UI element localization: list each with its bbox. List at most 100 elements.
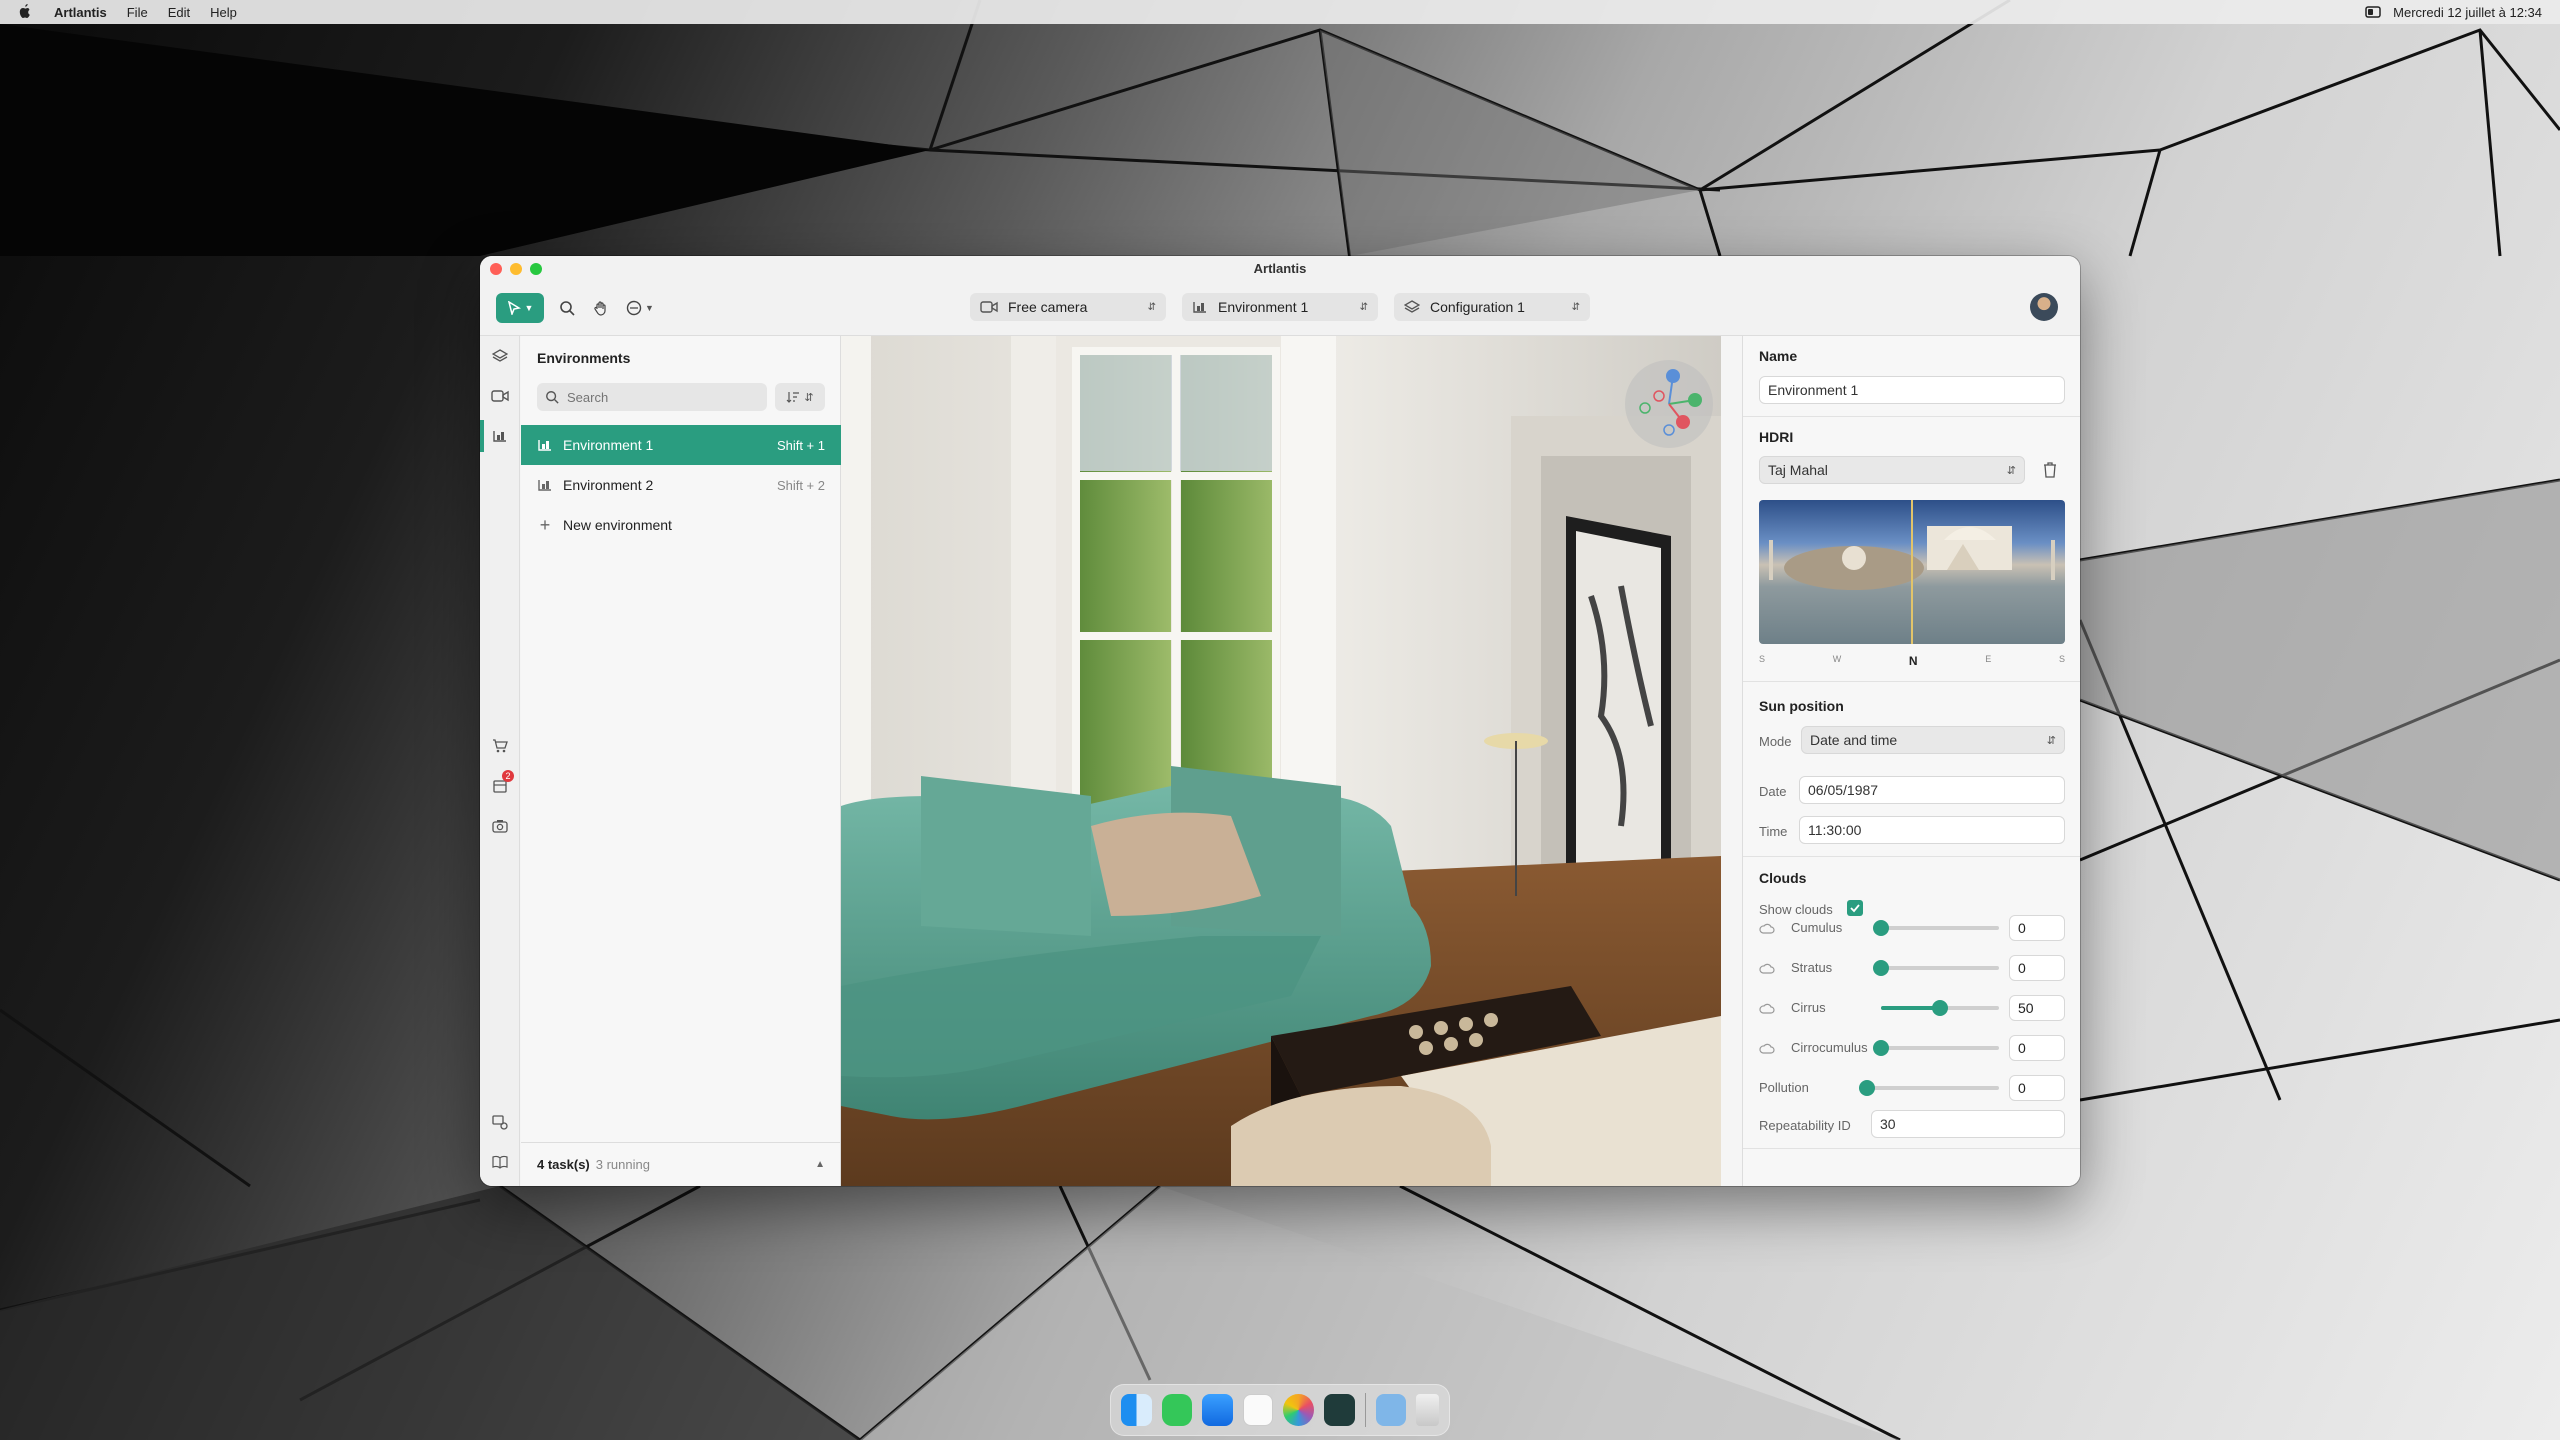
user-avatar[interactable] [2030, 293, 2058, 321]
environment-list-item[interactable]: Environment 1 Shift + 1 [521, 425, 841, 465]
layers-rail-button[interactable] [490, 346, 510, 366]
sort-button[interactable]: ⇵ [775, 383, 825, 411]
slider-knob[interactable] [1873, 920, 1889, 936]
mode-label: Mode [1759, 734, 1792, 749]
tasks-bar[interactable]: 4 task(s) 3 running ▲ [521, 1142, 841, 1186]
slider-value-field[interactable]: 0 [2009, 1035, 2065, 1061]
navigation-gizmo[interactable] [1625, 360, 1713, 448]
environment-name: Environment 2 [563, 477, 654, 493]
pan-tool-button[interactable] [586, 293, 616, 323]
close-window-button[interactable] [490, 263, 502, 275]
name-field[interactable]: Environment 1 [1759, 376, 2065, 404]
menu-bar: Artlantis File Edit Help Mercredi 12 jui… [0, 0, 2560, 24]
environment-icon [493, 431, 506, 442]
zoom-window-button[interactable] [530, 263, 542, 275]
slider-knob[interactable] [1932, 1000, 1948, 1016]
checkmark-icon [1850, 904, 1860, 913]
environment-select[interactable]: Environment 1 ⇵ [1182, 293, 1378, 321]
time-field[interactable]: 11:30:00 [1799, 816, 2065, 844]
updown-chevron-icon: ⇵ [804, 391, 814, 404]
menubar-clock[interactable]: Mercredi 12 juillet à 12:34 [2393, 5, 2542, 20]
stratus-icon [1759, 962, 1775, 976]
slider-label: Stratus [1791, 960, 1833, 975]
minimize-window-button[interactable] [510, 263, 522, 275]
environments-rail-button[interactable] [490, 426, 510, 446]
finder-dock-icon[interactable] [1121, 1394, 1152, 1426]
updown-chevron-icon: ⇵ [1571, 301, 1580, 313]
cursor-icon [507, 300, 521, 315]
help-book-rail-button[interactable] [490, 1152, 510, 1172]
compass-south-right: S [2058, 654, 2065, 664]
menu-help[interactable]: Help [210, 5, 237, 20]
layers-icon [1404, 300, 1420, 313]
artlantis-dock-icon[interactable] [1323, 1394, 1355, 1426]
menu-app-name[interactable]: Artlantis [54, 5, 107, 20]
cloud-slider[interactable] [1859, 1080, 1999, 1096]
environment-list-item[interactable]: Environment 2 Shift + 2 [521, 465, 841, 505]
date-value: 06/05/1987 [1808, 782, 1879, 798]
delete-hdri-button[interactable] [2035, 456, 2065, 484]
show-clouds-label: Show clouds [1759, 902, 1833, 917]
menu-file[interactable]: File [127, 5, 148, 20]
store-rail-button[interactable] [490, 736, 510, 756]
configuration-select-label: Configuration 1 [1430, 299, 1525, 315]
search-field[interactable] [537, 383, 767, 411]
select-tool-button[interactable]: ▼ [496, 292, 544, 323]
control-center-icon[interactable] [2365, 6, 2381, 18]
panel-title: Environments [537, 350, 631, 366]
menu-edit[interactable]: Edit [168, 5, 190, 20]
slider-label: Cumulus [1791, 920, 1843, 935]
slider-value-field[interactable]: 0 [2009, 1075, 2065, 1101]
trash-dock-icon[interactable] [1416, 1394, 1440, 1426]
cameras-rail-button[interactable] [490, 386, 510, 406]
cloud-slider[interactable] [1873, 920, 1999, 936]
layers-icon [492, 349, 508, 362]
render-rail-button[interactable] [490, 816, 510, 836]
slider-knob[interactable] [1873, 960, 1889, 976]
time-label: Time [1759, 824, 1788, 839]
cloud-slider[interactable] [1873, 960, 1999, 976]
toolbar: ▼ ▼ Free camera ⇵ Environment 1 ⇵ Config… [480, 280, 2080, 336]
mail-dock-icon[interactable] [1202, 1394, 1233, 1426]
configuration-select[interactable]: Configuration 1 ⇵ [1394, 293, 1590, 321]
slider-knob[interactable] [1873, 1040, 1889, 1056]
tasks-count: 4 task(s) [537, 1157, 590, 1172]
show-clouds-checkbox[interactable] [1847, 900, 1863, 916]
dock [1110, 1384, 1450, 1436]
downloads-dock-icon[interactable] [1375, 1394, 1407, 1426]
render-viewport[interactable] [841, 336, 1721, 1186]
photos-dock-icon[interactable] [1283, 1394, 1314, 1426]
clouds-section-title: Clouds [1759, 870, 1807, 886]
chevron-down-icon: ▼ [524, 302, 534, 313]
camera-icon [492, 820, 508, 833]
hdri-panorama [1769, 500, 2055, 644]
apple-menu-icon[interactable] [18, 4, 32, 20]
sun-mode-select[interactable]: Date and time ⇵ [1801, 726, 2065, 754]
slider-knob[interactable] [1859, 1080, 1875, 1096]
search-input[interactable] [567, 389, 747, 405]
left-toolbar: 2 [480, 336, 520, 1186]
hdri-select[interactable]: Taj Mahal ⇵ [1759, 456, 2025, 484]
environment-name: Environment 1 [563, 437, 654, 453]
cloud-slider[interactable] [1881, 1000, 1999, 1016]
new-environment-button[interactable]: + New environment [521, 505, 841, 545]
cloud-slider[interactable] [1873, 1040, 1999, 1056]
plus-icon: + [539, 514, 551, 535]
chevron-up-icon[interactable]: ▲ [815, 1159, 825, 1170]
updown-chevron-icon: ⇵ [2006, 464, 2016, 477]
slider-value-field[interactable]: 0 [2009, 955, 2065, 981]
slider-value-field[interactable]: 50 [2009, 995, 2065, 1021]
updates-rail-button[interactable]: 2 [490, 770, 514, 796]
camera-select[interactable]: Free camera ⇵ [970, 293, 1166, 321]
date-field[interactable]: 06/05/1987 [1799, 776, 2065, 804]
slider-label: Cirrocumulus [1791, 1040, 1868, 1055]
notification-badge: 2 [502, 770, 514, 782]
slider-value-field[interactable]: 0 [2009, 915, 2065, 941]
settings-rail-button[interactable] [490, 1112, 510, 1132]
zoom-tool-button[interactable] [552, 293, 582, 323]
reminders-dock-icon[interactable] [1242, 1394, 1274, 1426]
messages-dock-icon[interactable] [1161, 1394, 1193, 1426]
view-mode-button[interactable]: ▼ [620, 293, 660, 323]
repeatability-field[interactable]: 30 [1871, 1110, 2065, 1138]
hdri-preview[interactable] [1759, 500, 2065, 644]
